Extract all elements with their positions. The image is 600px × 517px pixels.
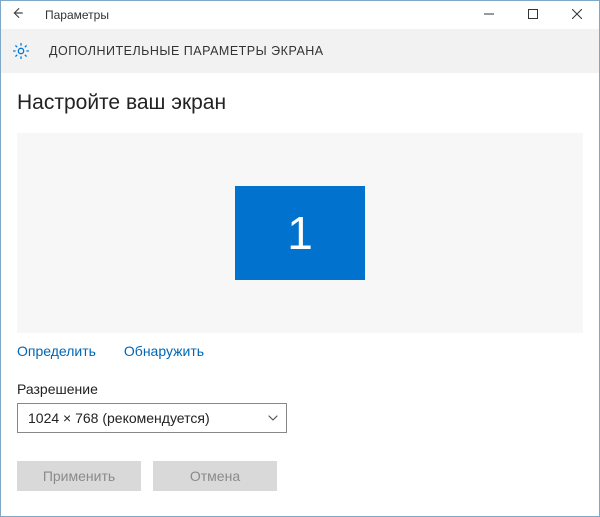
resolution-dropdown[interactable]: 1024 × 768 (рекомендуется) xyxy=(17,403,287,433)
minimize-icon xyxy=(484,6,494,24)
close-button[interactable] xyxy=(555,1,599,29)
identify-link[interactable]: Определить xyxy=(17,343,96,359)
maximize-button[interactable] xyxy=(511,1,555,29)
monitor-tile-1[interactable]: 1 xyxy=(235,186,365,280)
chevron-down-icon xyxy=(268,410,278,426)
window-controls xyxy=(467,1,599,29)
gear-icon xyxy=(11,41,31,61)
header-title: ДОПОЛНИТЕЛЬНЫЕ ПАРАМЕТРЫ ЭКРАНА xyxy=(49,44,324,58)
monitor-number: 1 xyxy=(287,206,313,260)
page-heading: Настройте ваш экран xyxy=(17,91,583,115)
settings-window: Параметры xyxy=(0,0,600,517)
monitor-actions: Определить Обнаружить xyxy=(17,343,583,359)
resolution-label: Разрешение xyxy=(17,381,583,397)
apply-button[interactable]: Применить xyxy=(17,461,141,491)
maximize-icon xyxy=(528,6,538,24)
titlebar: Параметры xyxy=(1,1,599,29)
detect-link[interactable]: Обнаружить xyxy=(124,343,204,359)
back-arrow-icon xyxy=(10,6,24,25)
window-title: Параметры xyxy=(45,8,109,22)
close-icon xyxy=(572,6,582,24)
header-strip: ДОПОЛНИТЕЛЬНЫЕ ПАРАМЕТРЫ ЭКРАНА xyxy=(1,29,599,73)
resolution-value: 1024 × 768 (рекомендуется) xyxy=(28,410,210,426)
minimize-button[interactable] xyxy=(467,1,511,29)
monitor-preview-area: 1 xyxy=(17,133,583,333)
back-button[interactable] xyxy=(1,1,33,29)
cancel-button[interactable]: Отмена xyxy=(153,461,277,491)
content-area: Настройте ваш экран 1 Определить Обнаруж… xyxy=(1,73,599,516)
button-row: Применить Отмена xyxy=(17,461,583,491)
